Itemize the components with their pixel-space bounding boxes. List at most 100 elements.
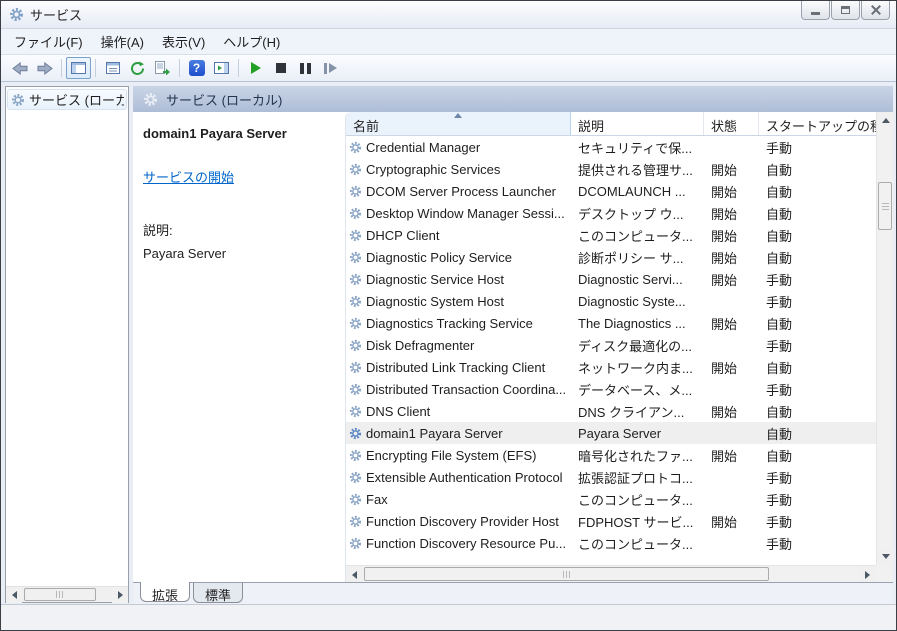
scroll-left-icon	[352, 571, 357, 579]
service-gear-icon	[349, 273, 362, 286]
table-row[interactable]: Encrypting File System (EFS)暗号化されたファ...開…	[346, 444, 876, 466]
table-row[interactable]: domain1 Payara ServerPayara Server自動	[346, 422, 876, 444]
forward-button[interactable]	[32, 57, 57, 79]
table-row[interactable]: DNS ClientDNS クライアン...開始自動	[346, 400, 876, 422]
main-area: サービス (ローカル) サービス (ローカル) domain1 Payara S…	[1, 82, 896, 604]
service-startup-cell: 自動	[759, 226, 876, 245]
scroll-right-button[interactable]	[859, 566, 876, 583]
menu-view[interactable]: 表示(V)	[153, 28, 214, 55]
close-icon	[871, 5, 881, 15]
description-label: 説明:	[143, 220, 345, 239]
help-button[interactable]: ?	[184, 57, 209, 79]
service-name-cell: DCOM Server Process Launcher	[346, 184, 571, 199]
table-row[interactable]: Distributed Link Tracking Clientネットワーク内ま…	[346, 356, 876, 378]
service-name: Disk Defragmenter	[366, 338, 474, 353]
scrollbar-thumb[interactable]	[24, 588, 96, 601]
services-list-panel: 名前 説明 状態 スタートアップの種類 Credential Managerセキ…	[345, 112, 893, 582]
service-name-cell: Diagnostic Service Host	[346, 272, 571, 287]
results-content: domain1 Payara Server サービスの開始 説明: Payara…	[133, 112, 893, 582]
table-row[interactable]: Diagnostic Policy Service診断ポリシー サ...開始自動	[346, 246, 876, 268]
service-name: Diagnostic System Host	[366, 294, 504, 309]
properties-button[interactable]	[100, 57, 125, 79]
tree-horizontal-scrollbar[interactable]	[6, 586, 128, 602]
start-service-button[interactable]	[243, 57, 268, 79]
table-row[interactable]: Credential Managerセキュリティで保...手動	[346, 136, 876, 158]
table-row[interactable]: Disk Defragmenterディスク最適化の...手動	[346, 334, 876, 356]
service-name-cell: Function Discovery Resource Pu...	[346, 536, 571, 551]
stop-service-button[interactable]	[268, 57, 293, 79]
scroll-right-button[interactable]	[112, 587, 128, 603]
scrollbar-thumb[interactable]	[878, 182, 892, 230]
menu-help[interactable]: ヘルプ(H)	[214, 28, 289, 55]
show-action-pane-button[interactable]	[209, 57, 234, 79]
export-list-button[interactable]	[150, 57, 175, 79]
scrollbar-thumb[interactable]	[364, 567, 769, 581]
scroll-up-button[interactable]	[877, 112, 894, 129]
services-gear-icon	[11, 93, 25, 107]
service-name-cell: Encrypting File System (EFS)	[346, 448, 571, 463]
scroll-down-button[interactable]	[877, 548, 894, 565]
start-service-icon	[251, 62, 261, 74]
service-name-cell: DNS Client	[346, 404, 571, 419]
sort-ascending-icon	[454, 113, 462, 118]
service-status-cell: 開始	[704, 512, 759, 531]
service-name-cell: DHCP Client	[346, 228, 571, 243]
service-startup-cell: 手動	[759, 534, 876, 553]
service-gear-icon	[349, 185, 362, 198]
toolbar: ?	[1, 55, 896, 82]
close-button[interactable]	[861, 1, 890, 20]
toolbar-separator	[61, 59, 62, 77]
service-name-cell: Credential Manager	[346, 140, 571, 155]
menu-file[interactable]: ファイル(F)	[5, 28, 92, 55]
table-row[interactable]: Cryptographic Services提供される管理サ...開始自動	[346, 158, 876, 180]
service-startup-cell: 自動	[759, 402, 876, 421]
table-row[interactable]: Function Discovery Provider HostFDPHOST …	[346, 510, 876, 532]
service-gear-icon	[349, 317, 362, 330]
service-startup-cell: 手動	[759, 490, 876, 509]
table-row[interactable]: DHCP Clientこのコンピュータ...開始自動	[346, 224, 876, 246]
service-gear-icon	[349, 141, 362, 154]
table-row[interactable]: Faxこのコンピュータ...手動	[346, 488, 876, 510]
minimize-button[interactable]	[801, 1, 830, 20]
table-row[interactable]: Diagnostics Tracking ServiceThe Diagnost…	[346, 312, 876, 334]
back-button[interactable]	[7, 57, 32, 79]
scroll-left-button[interactable]	[6, 587, 22, 603]
column-header-startup-type[interactable]: スタートアップの種類	[759, 112, 876, 135]
table-row[interactable]: Distributed Transaction Coordina...データベー…	[346, 378, 876, 400]
restore-button[interactable]	[831, 1, 860, 20]
service-name: domain1 Payara Server	[366, 426, 503, 441]
table-row[interactable]: DCOM Server Process LauncherDCOMLAUNCH .…	[346, 180, 876, 202]
refresh-button[interactable]	[125, 57, 150, 79]
service-description-cell: 提供される管理サ...	[571, 160, 704, 179]
window-title: サービス	[30, 5, 82, 24]
column-header-name[interactable]: 名前	[346, 112, 571, 135]
service-description-cell: Payara Server	[571, 426, 704, 441]
table-row[interactable]: Diagnostic System HostDiagnostic Syste..…	[346, 290, 876, 312]
scroll-left-button[interactable]	[346, 566, 363, 583]
service-name-cell: Desktop Window Manager Sessi...	[346, 206, 571, 221]
service-description-cell: The Diagnostics ...	[571, 316, 704, 331]
table-row[interactable]: Function Discovery Resource Pu...このコンピュー…	[346, 532, 876, 554]
show-console-tree-button[interactable]	[66, 57, 91, 79]
service-name: Diagnostic Policy Service	[366, 250, 512, 265]
list-horizontal-scrollbar[interactable]	[346, 565, 876, 582]
forward-icon	[37, 62, 53, 75]
selected-service-title: domain1 Payara Server	[143, 126, 345, 141]
tab-standard[interactable]: 標準	[193, 583, 243, 603]
table-row[interactable]: Desktop Window Manager Sessi...デスクトップ ウ.…	[346, 202, 876, 224]
service-description-cell: 診断ポリシー サ...	[571, 248, 704, 267]
table-row[interactable]: Extensible Authentication Protocol拡張認証プロ…	[346, 466, 876, 488]
tree-item-services-local[interactable]: サービス (ローカル)	[7, 89, 127, 110]
menu-action[interactable]: 操作(A)	[92, 28, 153, 55]
column-header-status[interactable]: 状態	[704, 112, 759, 135]
restart-service-button[interactable]	[318, 57, 343, 79]
start-service-link[interactable]: サービスの開始	[143, 167, 234, 186]
service-gear-icon	[349, 449, 362, 462]
tree-item-label: サービス (ローカル)	[29, 90, 124, 109]
tab-extended[interactable]: 拡張	[140, 582, 190, 602]
service-name: Extensible Authentication Protocol	[366, 470, 563, 485]
pause-service-button[interactable]	[293, 57, 318, 79]
table-row[interactable]: Diagnostic Service HostDiagnostic Servi.…	[346, 268, 876, 290]
column-header-description[interactable]: 説明	[571, 112, 704, 135]
list-vertical-scrollbar[interactable]	[876, 112, 893, 565]
